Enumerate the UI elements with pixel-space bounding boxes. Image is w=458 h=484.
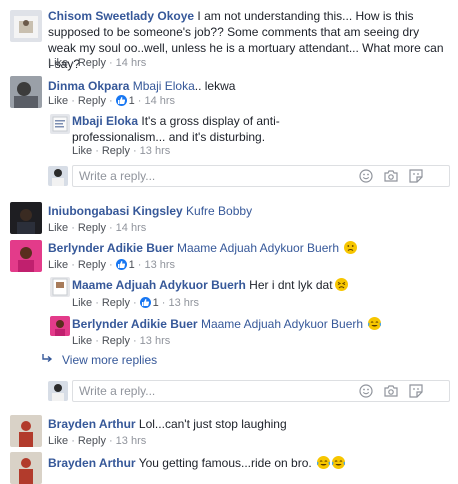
- avatar[interactable]: [50, 316, 70, 336]
- reply-link[interactable]: Reply: [102, 335, 130, 347]
- author-name[interactable]: Mbaji Eloka: [72, 114, 138, 128]
- tears-of-joy-emoji-icon: [331, 456, 346, 469]
- sad-emoji-icon: [344, 241, 358, 254]
- timestamp[interactable]: 13 hrs: [168, 297, 199, 309]
- persevering-emoji-icon: [334, 278, 348, 291]
- mention-link[interactable]: Kufre Bobby: [186, 204, 252, 218]
- like-link[interactable]: Like: [48, 95, 68, 107]
- avatar[interactable]: [10, 415, 42, 447]
- comment-body: Dinma Okpara Mbaji Eloka.. lekwa: [48, 78, 235, 94]
- author-name[interactable]: Iniubongabasi Kingsley: [48, 204, 183, 218]
- comment-text: You getting famous...ride on bro.: [138, 456, 312, 470]
- comment-body: Brayden Arthur You getting famous...ride…: [48, 455, 346, 471]
- mention-link[interactable]: Maame Adjuah Adykuor Buerh: [201, 317, 363, 331]
- camera-icon[interactable]: [384, 384, 398, 398]
- reaction-count[interactable]: 1: [129, 259, 135, 271]
- comment-body: Iniubongabasi Kingsley Kufre Bobby: [48, 203, 252, 219]
- camera-icon[interactable]: [384, 169, 398, 183]
- sticker-icon[interactable]: [409, 169, 423, 183]
- author-name[interactable]: Chisom Sweetlady Okoye: [48, 9, 194, 23]
- timestamp[interactable]: 14 hrs: [116, 57, 147, 69]
- author-name[interactable]: Berlynder Adikie Buer: [72, 317, 198, 331]
- reply-body: Maame Adjuah Adykuor Buerh Her i dnt lyk…: [72, 277, 348, 293]
- reply-link[interactable]: Reply: [102, 145, 130, 157]
- comment-body: Brayden Arthur Lol...can't just stop lau…: [48, 416, 287, 432]
- author-name[interactable]: Maame Adjuah Adykuor Buerh: [72, 278, 246, 292]
- author-name[interactable]: Brayden Arthur: [48, 456, 136, 470]
- reaction-count[interactable]: 1: [129, 95, 135, 107]
- like-icon[interactable]: [115, 259, 127, 270]
- reply-arrow-icon: [42, 353, 54, 367]
- reply-input[interactable]: Write a reply...: [72, 380, 450, 402]
- sticker-icon[interactable]: [409, 384, 423, 398]
- view-more-replies[interactable]: View more replies: [42, 353, 157, 367]
- tears-of-joy-emoji-icon: [316, 456, 331, 469]
- current-user-avatar: [48, 381, 68, 401]
- reply-link[interactable]: Reply: [78, 259, 106, 271]
- mention-link[interactable]: Maame Adjuah Adykuor Buerh: [177, 241, 339, 255]
- reply-link[interactable]: Reply: [78, 95, 106, 107]
- timestamp[interactable]: 13 hrs: [144, 259, 175, 271]
- author-name[interactable]: Brayden Arthur: [48, 417, 136, 431]
- like-link[interactable]: Like: [72, 297, 92, 309]
- comment-body: Berlynder Adikie Buer Maame Adjuah Adyku…: [48, 240, 358, 256]
- like-icon[interactable]: [139, 297, 151, 308]
- avatar[interactable]: [10, 202, 42, 234]
- reply-actions: Like · Reply · 13 hrs: [72, 335, 171, 347]
- comment-text: .. lekwa: [194, 79, 236, 93]
- view-more-label: View more replies: [62, 353, 158, 367]
- like-link[interactable]: Like: [48, 57, 68, 69]
- like-link[interactable]: Like: [48, 222, 68, 234]
- timestamp[interactable]: 13 hrs: [116, 435, 147, 447]
- avatar[interactable]: [10, 10, 42, 42]
- reaction-count[interactable]: 1: [153, 297, 159, 309]
- author-name[interactable]: Berlynder Adikie Buer: [48, 241, 174, 255]
- mention-link[interactable]: Mbaji Eloka: [133, 79, 195, 93]
- avatar[interactable]: [10, 76, 42, 108]
- avatar[interactable]: [50, 114, 70, 134]
- smiley-icon[interactable]: [359, 169, 373, 183]
- avatar[interactable]: [10, 240, 42, 272]
- like-link[interactable]: Like: [48, 435, 68, 447]
- comment-actions: Like · Reply · 13 hrs: [48, 435, 147, 447]
- reply-input[interactable]: Write a reply...: [72, 165, 450, 187]
- comment-actions: Like · Reply · 1 · 14 hrs: [48, 95, 176, 107]
- reply-actions: Like · Reply · 13 hrs: [72, 145, 171, 157]
- like-icon[interactable]: [115, 95, 127, 106]
- author-name[interactable]: Dinma Okpara: [48, 79, 129, 93]
- reply-link[interactable]: Reply: [78, 57, 106, 69]
- reply-body: Mbaji Eloka It's a gross display of anti…: [72, 113, 372, 145]
- timestamp[interactable]: 13 hrs: [140, 335, 171, 347]
- comment-text: Lol...can't just stop laughing: [138, 417, 287, 431]
- like-link[interactable]: Like: [48, 259, 68, 271]
- avatar[interactable]: [50, 277, 70, 297]
- reply-link[interactable]: Reply: [78, 222, 106, 234]
- like-link[interactable]: Like: [72, 335, 92, 347]
- tears-of-joy-emoji-icon: [368, 317, 382, 330]
- reply-link[interactable]: Reply: [102, 297, 130, 309]
- comment-actions: Like · Reply · 1 · 13 hrs: [48, 259, 176, 271]
- like-link[interactable]: Like: [72, 145, 92, 157]
- reply-placeholder: Write a reply...: [79, 169, 156, 183]
- reply-body: Berlynder Adikie Buer Maame Adjuah Adyku…: [72, 316, 382, 332]
- timestamp[interactable]: 13 hrs: [140, 145, 171, 157]
- timestamp[interactable]: 14 hrs: [116, 222, 147, 234]
- reply-link[interactable]: Reply: [78, 435, 106, 447]
- comment-actions: Like · Reply · 14 hrs: [48, 222, 147, 234]
- reply-placeholder: Write a reply...: [79, 384, 156, 398]
- smiley-icon[interactable]: [359, 384, 373, 398]
- avatar[interactable]: [10, 452, 42, 484]
- current-user-avatar: [48, 166, 68, 186]
- timestamp[interactable]: 14 hrs: [144, 95, 175, 107]
- comment-actions: Like · Reply · 14 hrs: [48, 57, 147, 69]
- reply-actions: Like · Reply · 1 · 13 hrs: [72, 297, 200, 309]
- comment-text: Her i dnt lyk dat: [249, 278, 333, 292]
